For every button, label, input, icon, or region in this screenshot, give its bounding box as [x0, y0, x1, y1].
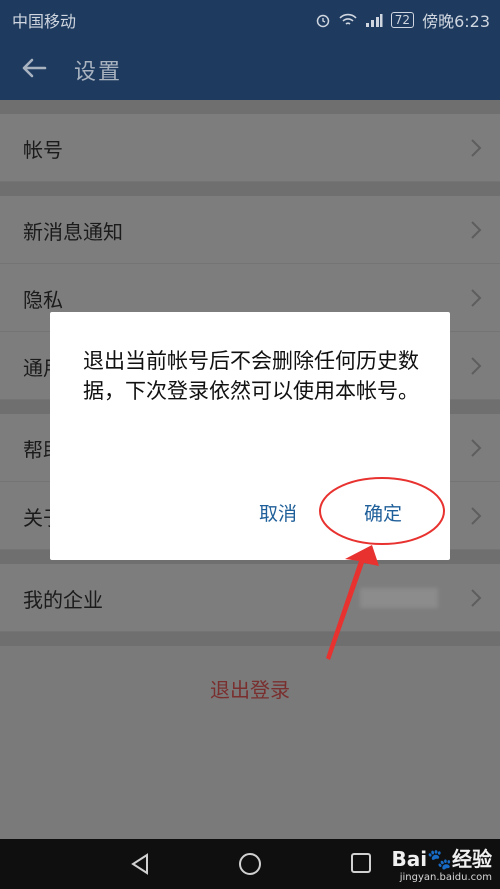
- carrier-label: 中国移动: [12, 12, 77, 31]
- logout-button[interactable]: 退出登录: [0, 674, 500, 703]
- settings-item-my-enterprise[interactable]: 我的企业: [0, 564, 500, 632]
- dialog-message: 退出当前帐号后不会删除任何历史数据，下次登录依然可以使用本帐号。: [83, 349, 419, 403]
- chevron-right-icon: [471, 221, 482, 239]
- page-title: 设置: [74, 60, 123, 85]
- nav-back-icon[interactable]: [128, 852, 152, 876]
- section-divider: [0, 632, 500, 646]
- logout-row[interactable]: 退出登录: [0, 646, 500, 726]
- nav-recents-icon[interactable]: [350, 852, 372, 874]
- chevron-right-icon: [471, 507, 482, 525]
- logout-confirm-dialog: 退出当前帐号后不会删除任何历史数据，下次登录依然可以使用本帐号。 取消 确定: [50, 312, 450, 560]
- chevron-right-icon: [471, 589, 482, 607]
- confirm-button[interactable]: 确定: [364, 499, 402, 526]
- battery-indicator: 72: [390, 12, 415, 28]
- status-bar: 中国移动 72 傍晚6:23: [0, 0, 500, 36]
- chevron-right-icon: [471, 439, 482, 457]
- chevron-right-icon: [471, 357, 482, 375]
- back-arrow-icon[interactable]: [18, 52, 50, 84]
- chevron-right-icon: [471, 139, 482, 157]
- cancel-button[interactable]: 取消: [259, 499, 297, 526]
- section-divider: [0, 182, 500, 196]
- blurred-value: [360, 588, 438, 608]
- settings-item-label: 隐私: [23, 288, 63, 312]
- status-icons: 72 傍晚6:23: [315, 8, 490, 32]
- watermark-brand: Bai🐾经验: [391, 847, 492, 871]
- settings-item-notifications[interactable]: 新消息通知: [0, 196, 500, 264]
- baidu-jingyan-watermark: Bai🐾经验 jingyan.baidu.com: [391, 843, 492, 883]
- settings-item-label: 帐号: [23, 138, 63, 162]
- clock-label: 傍晚6:23: [422, 12, 490, 31]
- watermark-url: jingyan.baidu.com: [399, 872, 492, 883]
- app-header: 设置: [0, 36, 500, 100]
- alarm-icon: [316, 14, 330, 28]
- nav-home-icon[interactable]: [238, 852, 262, 876]
- wifi-icon: [339, 13, 357, 25]
- chevron-right-icon: [471, 289, 482, 307]
- settings-item-label: 我的企业: [23, 588, 103, 612]
- settings-item-label: 新消息通知: [23, 220, 123, 244]
- paw-icon: 🐾: [427, 847, 452, 871]
- settings-item-account[interactable]: 帐号: [0, 114, 500, 182]
- section-divider: [0, 100, 500, 114]
- signal-icon: [365, 14, 383, 27]
